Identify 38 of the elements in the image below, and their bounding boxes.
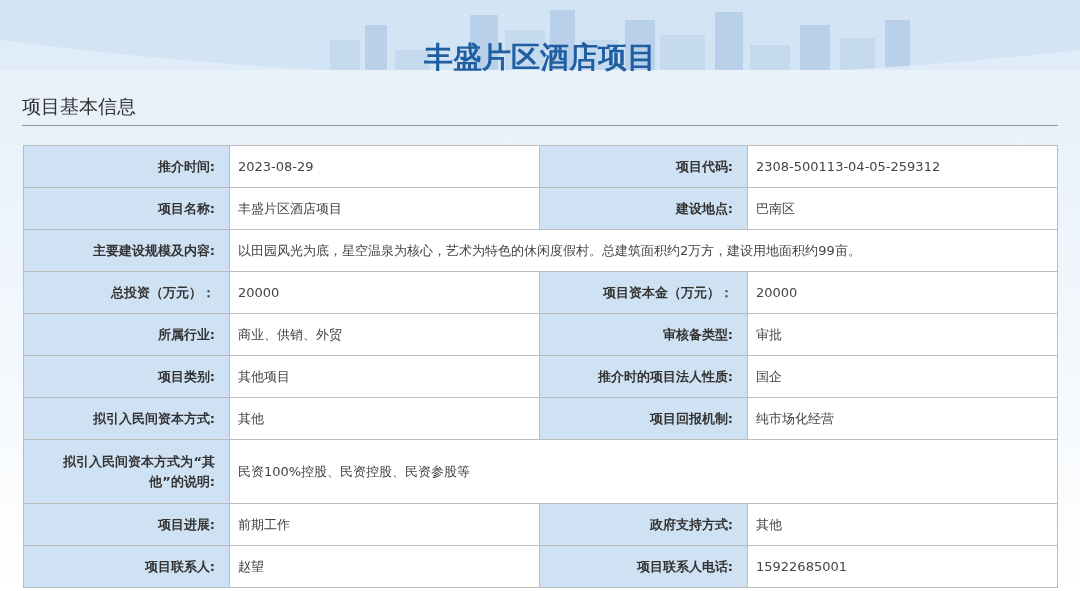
field-value: 前期工作: [230, 504, 539, 545]
field-label: 审核备类型:: [540, 314, 747, 355]
field-value: 其他: [230, 398, 539, 439]
field-value: 国企: [748, 356, 1057, 397]
field-value: 20000: [748, 272, 1057, 313]
field-label: 项目进展:: [24, 504, 229, 545]
field-value: 20000: [230, 272, 539, 313]
field-value: 其他项目: [230, 356, 539, 397]
field-label: 所属行业:: [24, 314, 229, 355]
field-label: 建设地点:: [540, 188, 747, 229]
field-label: 项目名称:: [24, 188, 229, 229]
field-label: 项目联系人电话:: [540, 546, 747, 587]
section-heading: 项目基本信息: [22, 94, 137, 119]
field-value: 赵望: [230, 546, 539, 587]
field-value: 纯市场化经营: [748, 398, 1057, 439]
field-label: 总投资（万元）：: [24, 272, 229, 313]
field-label: 推介时间:: [24, 146, 229, 187]
field-label: 项目代码:: [540, 146, 747, 187]
field-value: 巴南区: [748, 188, 1057, 229]
field-value: 2308-500113-04-05-259312: [748, 146, 1057, 187]
field-value: 审批: [748, 314, 1057, 355]
field-value: 以田园风光为底，星空温泉为核心，艺术为特色的休闲度假村。总建筑面积约2万方，建设用地面积约99亩。: [230, 230, 1057, 271]
field-value: 15922685001: [748, 546, 1057, 587]
field-label: 项目类别:: [24, 356, 229, 397]
field-value: 民资100%控股、民资控股、民资参股等: [230, 440, 1057, 503]
field-value: 商业、供销、外贸: [230, 314, 539, 355]
field-label: 拟引入民间资本方式:: [24, 398, 229, 439]
field-value: 丰盛片区酒店项目: [230, 188, 539, 229]
field-label: 项目回报机制:: [540, 398, 747, 439]
field-label: 主要建设规模及内容:: [24, 230, 229, 271]
field-label: 拟引入民间资本方式为“其他”的说明:: [24, 440, 229, 503]
field-value: 2023-08-29: [230, 146, 539, 187]
field-label: 项目资本金（万元）：: [540, 272, 747, 313]
field-label: 政府支持方式:: [540, 504, 747, 545]
field-value: 其他: [748, 504, 1057, 545]
field-label: 推介时的项目法人性质:: [540, 356, 747, 397]
page-title: 丰盛片区酒店项目: [424, 39, 656, 76]
field-label: 项目联系人:: [24, 546, 229, 587]
